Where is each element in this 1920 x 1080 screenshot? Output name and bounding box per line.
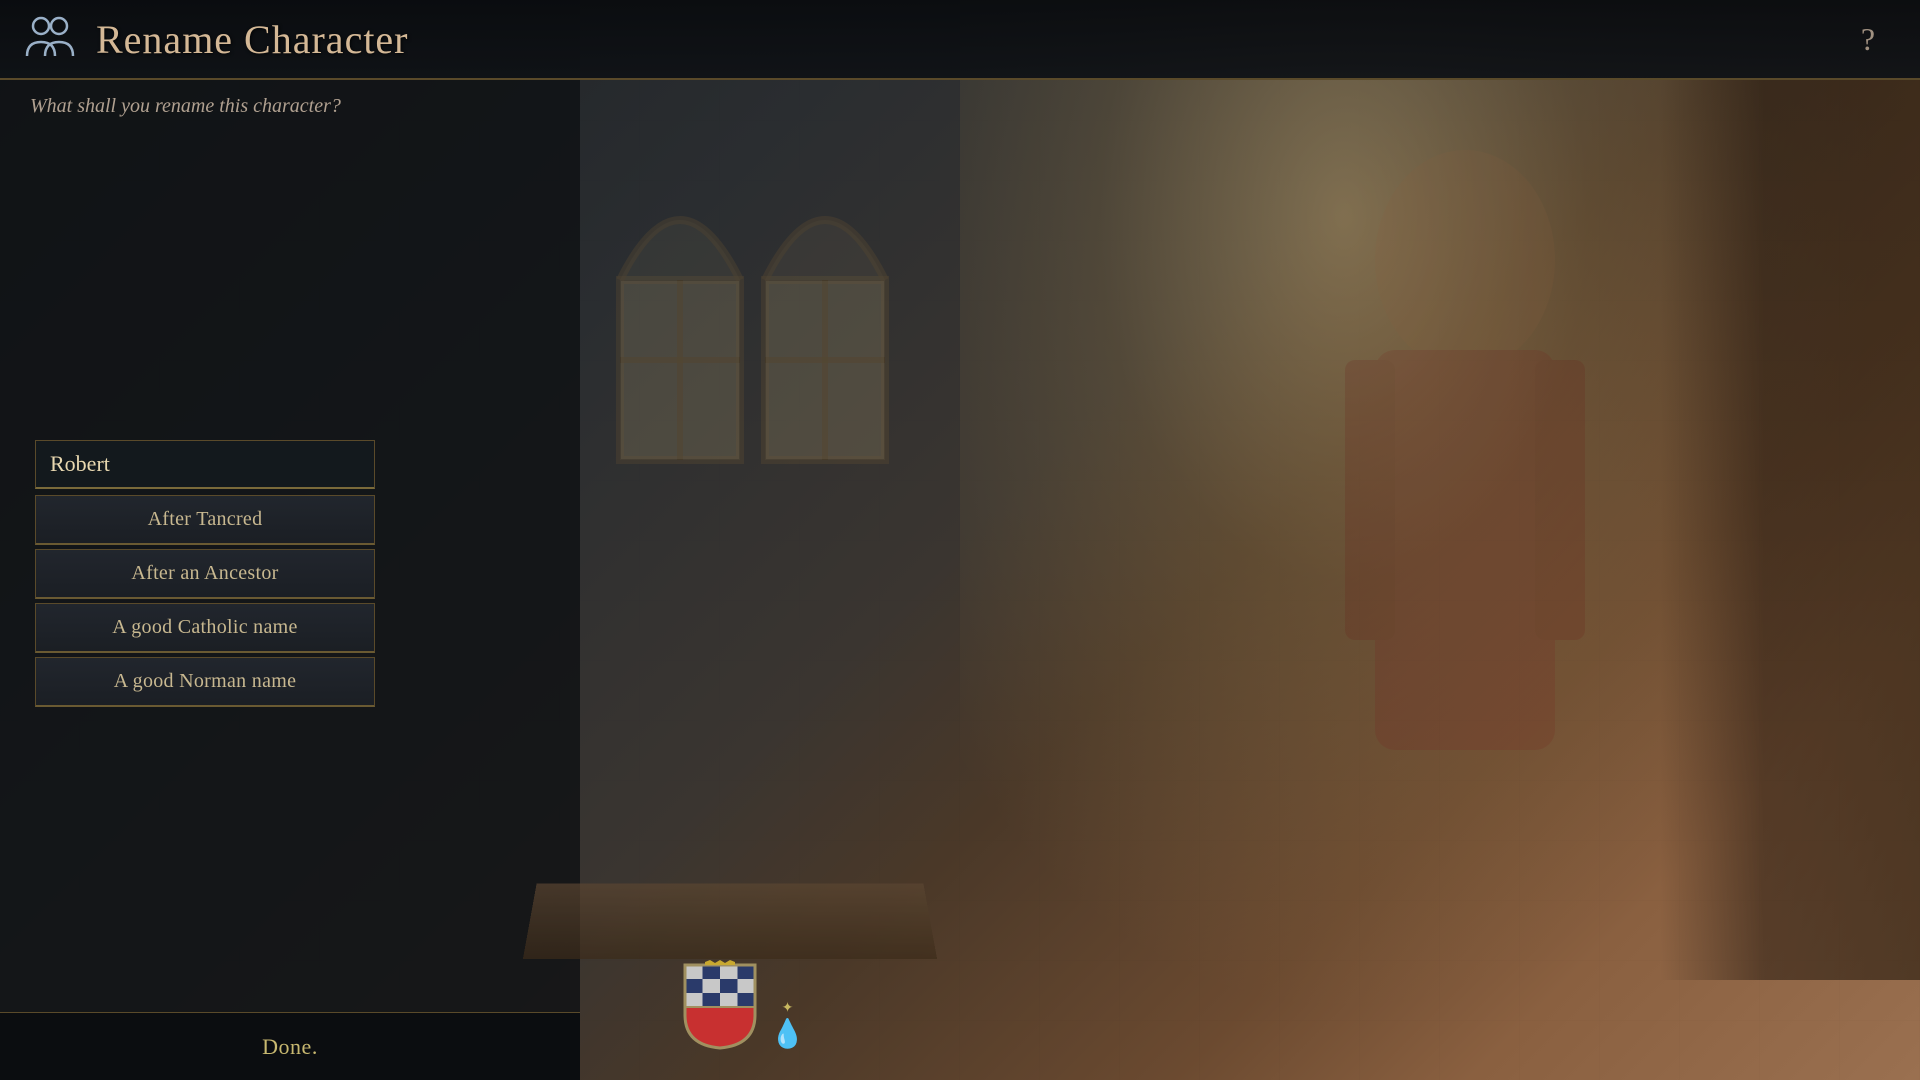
heraldic-shield [680,960,760,1050]
character-figure [1190,80,1740,960]
header-title: Rename Character [96,16,409,63]
done-section: Done. [0,1012,580,1080]
name-input[interactable] [35,440,375,489]
option-after-ancestor[interactable]: After an Ancestor [35,549,375,599]
options-list: After Tancred After an Ancestor A good C… [35,495,375,707]
window-arch [600,80,950,500]
desk-surface [523,884,937,959]
option-catholic-name[interactable]: A good Catholic name [35,603,375,653]
droplet-symbol: 💧 [770,1017,805,1051]
name-input-wrapper [35,440,375,489]
heraldry-area: ✦ 💧 [680,960,805,1050]
header: Rename Character ? [0,0,1920,80]
done-button[interactable]: Done. [232,1024,348,1070]
header-icon [20,9,80,69]
option-norman-name[interactable]: A good Norman name [35,657,375,707]
main-content: After Tancred After an Ancestor A good C… [0,80,580,1080]
droplet-icon: ✦ 💧 [770,1000,805,1050]
option-after-tancred[interactable]: After Tancred [35,495,375,545]
help-button[interactable]: ? [1846,17,1890,61]
droplet-ornament: ✦ [782,1000,794,1017]
